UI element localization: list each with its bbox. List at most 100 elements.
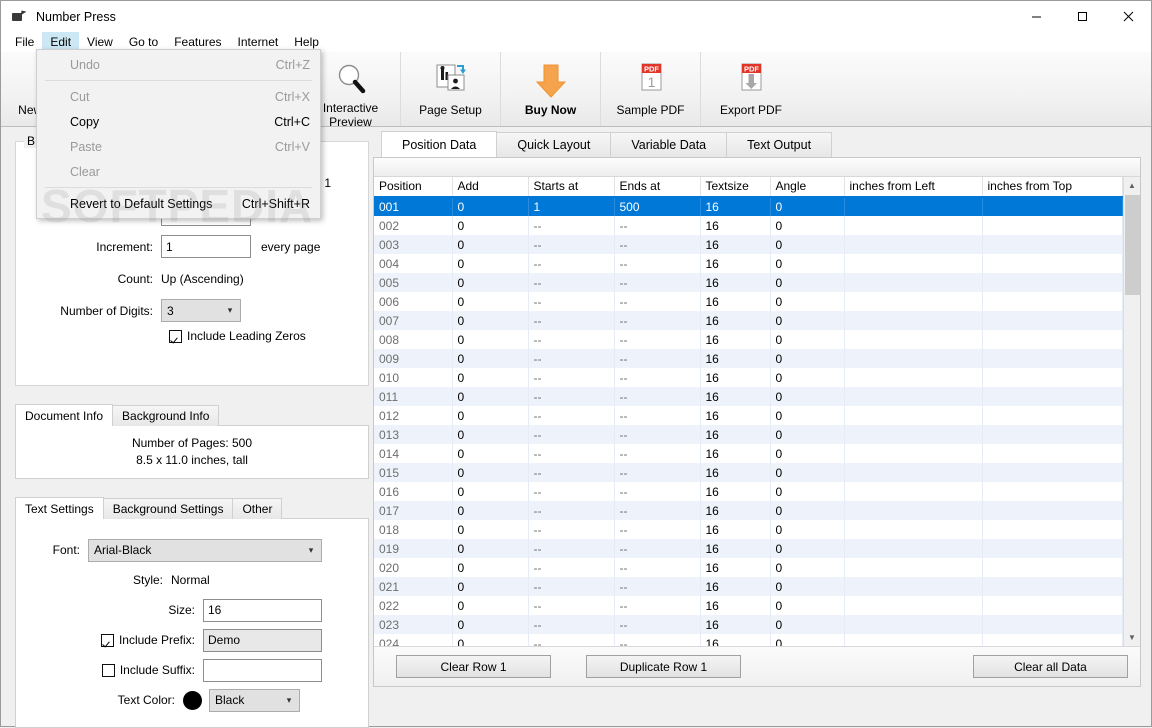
table-cell[interactable]: 0	[452, 254, 529, 273]
table-row[interactable]: 017 0 -- -- 16 0	[374, 501, 1123, 520]
toolbar-button-page-setup[interactable]: Page Setup	[401, 52, 501, 126]
table-cell[interactable]: 0	[452, 349, 529, 368]
table-cell[interactable]: 0	[452, 292, 529, 311]
table-row[interactable]: 024 0 -- -- 16 0	[374, 634, 1123, 646]
column-header-starts-at[interactable]: Starts at	[528, 177, 615, 198]
table-cell[interactable]: 16	[700, 539, 771, 558]
table-row[interactable]: 019 0 -- -- 16 0	[374, 539, 1123, 558]
table-cell[interactable]: --	[528, 311, 615, 330]
table-row[interactable]: 008 0 -- -- 16 0	[374, 330, 1123, 349]
table-cell[interactable]: 0	[770, 273, 845, 292]
table-row[interactable]: 012 0 -- -- 16 0	[374, 406, 1123, 425]
prefix-input[interactable]	[203, 628, 322, 652]
table-cell[interactable]: 0	[452, 634, 529, 646]
menu-item-revert-to-default-settings[interactable]: Revert to Default Settings Ctrl+Shift+R	[37, 191, 320, 216]
table-cell[interactable]: 500	[614, 197, 701, 216]
table-cell[interactable]: 0	[770, 216, 845, 235]
table-cell[interactable]: 0	[452, 501, 529, 520]
table-cell[interactable]: 0	[770, 311, 845, 330]
table-cell[interactable]: 017	[374, 501, 453, 520]
table-cell[interactable]	[982, 444, 1123, 463]
table-cell[interactable]: --	[528, 368, 615, 387]
toolbar-button-export-pdf[interactable]: PDF Export PDF	[701, 52, 801, 126]
column-header-textsize[interactable]: Textsize	[700, 177, 771, 198]
table-cell[interactable]: --	[614, 615, 701, 634]
column-header-inches-from-left[interactable]: inches from Left	[844, 177, 983, 198]
table-cell[interactable]: 0	[770, 520, 845, 539]
table-cell[interactable]	[844, 539, 983, 558]
column-header-add[interactable]: Add	[452, 177, 529, 198]
table-cell[interactable]: 0	[770, 501, 845, 520]
table-cell[interactable]: --	[528, 444, 615, 463]
table-cell[interactable]: 0	[452, 615, 529, 634]
table-cell[interactable]	[982, 349, 1123, 368]
table-cell[interactable]: --	[614, 292, 701, 311]
table-cell[interactable]: 0	[770, 330, 845, 349]
table-cell[interactable]	[982, 558, 1123, 577]
table-row[interactable]: 006 0 -- -- 16 0	[374, 292, 1123, 311]
table-cell[interactable]	[844, 292, 983, 311]
table-cell[interactable]: 0	[770, 444, 845, 463]
grid-scroll-area[interactable]: Position Add Starts at Ends at Textsize Angle…	[374, 177, 1123, 646]
table-cell[interactable]: 16	[700, 463, 771, 482]
table-cell[interactable]: --	[614, 330, 701, 349]
table-cell[interactable]: 0	[770, 349, 845, 368]
scroll-down-icon[interactable]: ▼	[1124, 629, 1141, 646]
tab-other[interactable]: Other	[232, 498, 283, 519]
table-cell[interactable]	[844, 235, 983, 254]
table-cell[interactable]: 021	[374, 577, 453, 596]
table-cell[interactable]	[982, 482, 1123, 501]
table-cell[interactable]: --	[614, 216, 701, 235]
table-cell[interactable]: 008	[374, 330, 453, 349]
table-cell[interactable]: 0	[770, 558, 845, 577]
table-cell[interactable]: 16	[700, 634, 771, 646]
maximize-button[interactable]	[1059, 1, 1105, 32]
size-input[interactable]	[203, 598, 322, 622]
table-cell[interactable]	[844, 216, 983, 235]
table-row[interactable]: 016 0 -- -- 16 0	[374, 482, 1123, 501]
table-cell[interactable]	[844, 634, 983, 646]
table-cell[interactable]: 16	[700, 235, 771, 254]
table-cell[interactable]: 0	[770, 425, 845, 444]
table-cell[interactable]: 004	[374, 254, 453, 273]
table-cell[interactable]: --	[528, 292, 615, 311]
table-cell[interactable]: 015	[374, 463, 453, 482]
table-cell[interactable]: 16	[700, 311, 771, 330]
table-cell[interactable]	[844, 406, 983, 425]
table-cell[interactable]: 003	[374, 235, 453, 254]
table-cell[interactable]: 16	[700, 273, 771, 292]
table-cell[interactable]: 0	[770, 596, 845, 615]
table-cell[interactable]: 0	[452, 406, 529, 425]
table-cell[interactable]: --	[528, 558, 615, 577]
table-row[interactable]: 020 0 -- -- 16 0	[374, 558, 1123, 577]
table-cell[interactable]	[982, 463, 1123, 482]
table-cell[interactable]: 16	[700, 577, 771, 596]
table-cell[interactable]	[844, 577, 983, 596]
table-cell[interactable]: 002	[374, 216, 453, 235]
table-cell[interactable]: 022	[374, 596, 453, 615]
table-cell[interactable]: 0	[770, 615, 845, 634]
table-cell[interactable]: 0	[452, 235, 529, 254]
table-cell[interactable]: --	[614, 501, 701, 520]
suffix-input[interactable]	[203, 658, 322, 682]
table-cell[interactable]	[982, 273, 1123, 292]
table-cell[interactable]	[982, 577, 1123, 596]
table-cell[interactable]: 0	[770, 197, 845, 216]
font-select[interactable]: Arial-Black ▾	[88, 538, 322, 562]
table-row[interactable]: 010 0 -- -- 16 0	[374, 368, 1123, 387]
table-cell[interactable]	[982, 197, 1123, 216]
table-cell[interactable]: --	[528, 482, 615, 501]
table-cell[interactable]	[844, 558, 983, 577]
table-cell[interactable]: 16	[700, 425, 771, 444]
table-cell[interactable]: 16	[700, 482, 771, 501]
table-cell[interactable]	[844, 482, 983, 501]
table-cell[interactable]: --	[614, 520, 701, 539]
table-cell[interactable]: 0	[770, 387, 845, 406]
table-cell[interactable]	[844, 444, 983, 463]
table-cell[interactable]	[844, 425, 983, 444]
table-cell[interactable]: 010	[374, 368, 453, 387]
table-cell[interactable]: 16	[700, 558, 771, 577]
column-header-inches-from-top[interactable]: inches from Top	[982, 177, 1123, 198]
table-cell[interactable]: --	[528, 577, 615, 596]
table-cell[interactable]: --	[528, 501, 615, 520]
